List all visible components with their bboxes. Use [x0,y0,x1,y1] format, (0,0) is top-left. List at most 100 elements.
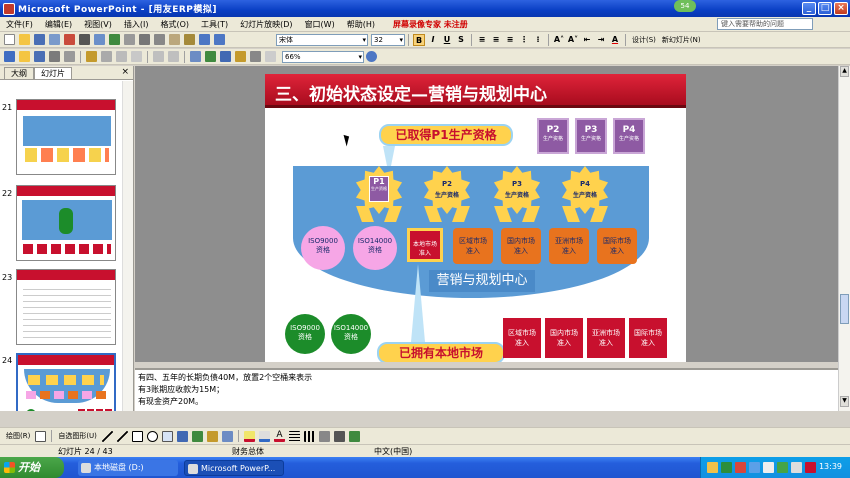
bullets-icon[interactable]: ⁝ [532,34,544,46]
shadow-button[interactable]: S [455,34,467,46]
insert-picture-icon[interactable] [235,51,246,62]
cut-icon-2[interactable] [116,51,127,62]
underline-button[interactable]: U [441,34,453,46]
tray-app-icon[interactable] [735,462,746,473]
line-color-icon[interactable] [258,430,270,442]
tables-borders-icon[interactable] [220,51,231,62]
diagram-icon[interactable] [191,430,203,442]
menu-edit[interactable]: 编辑(E) [39,19,78,30]
decrease-indent-icon[interactable]: ⇤ [581,34,593,46]
help-search-input[interactable]: 键入需要帮助的问题 [717,18,813,30]
current-slide[interactable]: 三、初始状态设定—营销与规划中心 已取得P1生产资格 P2 生产资格 P3 生产… [265,74,686,362]
new-icon-2[interactable] [4,51,15,62]
increase-font-icon[interactable]: A˄ [553,34,565,46]
tray-app-icon[interactable] [707,462,718,473]
preview-icon-2[interactable] [64,51,75,62]
open-icon[interactable] [19,34,30,45]
align-right-icon[interactable]: ≡ [504,34,516,46]
tray-app-icon[interactable] [721,462,732,473]
close-pane-icon[interactable]: × [121,67,129,77]
menu-window[interactable]: 窗口(W) [299,19,341,30]
open-icon-2[interactable] [19,51,30,62]
new-slide-button[interactable]: 新幻灯片(N) [662,35,701,45]
fill-color-icon[interactable] [243,430,255,442]
menu-slideshow[interactable]: 幻灯片放映(D) [234,19,298,30]
arrow-icon[interactable] [116,430,128,442]
format-painter-icon-2[interactable] [131,51,142,62]
tray-app-icon[interactable] [791,462,802,473]
menu-format[interactable]: 格式(O) [154,19,195,30]
format-painter-icon[interactable] [184,34,195,45]
show-grid-icon[interactable] [265,51,276,62]
slide-thumbnail-24[interactable] [16,353,116,411]
help-icon[interactable] [366,51,377,62]
select-objects-icon[interactable] [35,430,47,442]
bold-button[interactable]: B [413,33,425,46]
redo-icon-2[interactable] [168,51,179,62]
save-icon-2[interactable] [34,51,45,62]
copy-icon-2[interactable] [101,51,112,62]
start-button[interactable]: 开始 [0,457,64,478]
shadow-icon[interactable] [333,430,345,442]
oval-icon[interactable] [146,430,158,442]
redo-icon[interactable] [214,34,225,45]
recorder-tray-icon[interactable] [805,462,816,473]
zoom-combo[interactable]: 66% [282,50,364,63]
increase-indent-icon[interactable]: ⇥ [595,34,607,46]
pane-scrollbar[interactable] [122,81,133,411]
textbox-icon[interactable] [161,430,173,442]
taskbar-item-powerpoint[interactable]: Microsoft PowerP... [184,459,284,476]
autoshapes-button[interactable]: 自选图形(U) [58,431,97,441]
menu-file[interactable]: 文件(F) [0,19,39,30]
print-icon-2[interactable] [49,51,60,62]
font-color-icon-2[interactable]: A [273,430,285,442]
design-button[interactable]: 设计(S) [632,35,656,45]
font-name-combo[interactable]: 宋体 [276,33,368,46]
align-left-icon[interactable]: ≡ [476,34,488,46]
cut-icon[interactable] [139,34,150,45]
menu-insert[interactable]: 插入(I) [118,19,155,30]
email-icon[interactable] [64,34,75,45]
paste-icon[interactable] [169,34,180,45]
undo-icon[interactable] [199,34,210,45]
wordart-icon[interactable] [176,430,188,442]
picture-icon[interactable] [221,430,233,442]
minimize-button[interactable]: _ [802,2,816,15]
tab-outline[interactable]: 大纲 [4,67,34,79]
vertical-scrollbar[interactable]: ▲ ▼ [838,66,850,411]
research-icon[interactable] [124,34,135,45]
rectangle-icon[interactable] [131,430,143,442]
dash-style-icon[interactable] [303,430,315,442]
slide-thumbnail-21[interactable] [16,99,116,175]
network-icon[interactable] [777,462,788,473]
spelling-icon[interactable] [109,34,120,45]
save-icon[interactable] [34,34,45,45]
notes-pane[interactable]: 有四、五年的长期负债40M，放置2个空桶来表示 有3账期应收款为15M； 有现金… [135,368,838,411]
menu-help[interactable]: 帮助(H) [341,19,381,30]
decrease-font-icon[interactable]: A˅ [567,34,579,46]
font-size-combo[interactable]: 32 [371,33,405,46]
scroll-thumb[interactable] [840,294,849,324]
close-button[interactable]: × [834,2,848,15]
permission-icon[interactable] [49,34,60,45]
draw-menu-button[interactable]: 绘图(R) [6,431,30,441]
3d-icon[interactable] [348,430,360,442]
taskbar-item-explorer[interactable]: 本地磁盘 (D:) [78,459,178,476]
paste-icon-2[interactable] [86,51,97,62]
font-color-icon[interactable]: A [609,34,621,46]
numbering-icon[interactable]: ⋮ [518,34,530,46]
tray-app-icon[interactable] [749,462,760,473]
table-icon[interactable] [205,51,216,62]
slide-thumbnail-23[interactable] [16,269,116,345]
slide-thumbnail-22[interactable] [16,185,116,261]
print-preview-icon[interactable] [94,34,105,45]
align-center-icon[interactable]: ≡ [490,34,502,46]
italic-button[interactable]: I [427,34,439,46]
tab-slides[interactable]: 幻灯片 [34,67,72,79]
color-grayscale-icon[interactable] [250,51,261,62]
maximize-button[interactable]: □ [818,2,832,15]
volume-icon[interactable] [763,462,774,473]
arrow-style-icon[interactable] [318,430,330,442]
scroll-down-icon[interactable]: ▼ [840,396,849,407]
line-style-icon[interactable] [288,430,300,442]
